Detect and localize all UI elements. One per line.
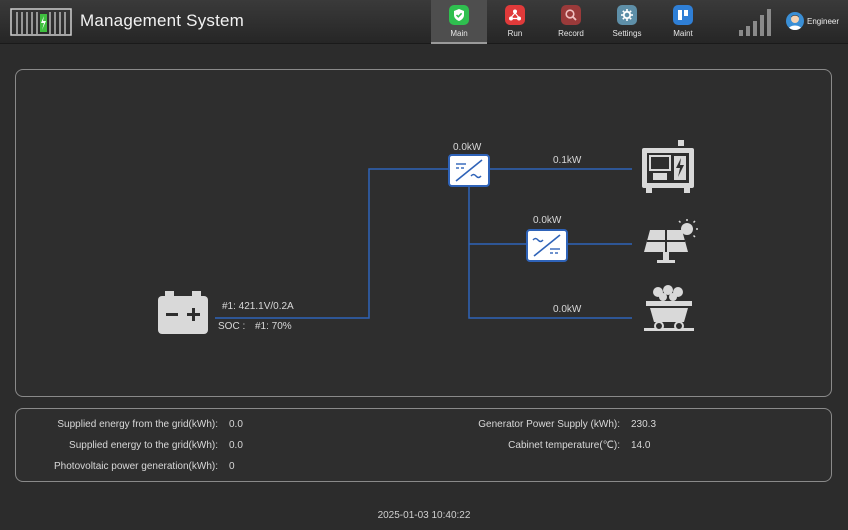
pv-generation-value: 0 (229, 461, 235, 472)
load-power-label: 0.0kW (553, 304, 582, 315)
generator-power-label: 0.1kW (553, 155, 582, 166)
run-icon (505, 5, 525, 25)
record-search-icon (561, 5, 581, 25)
nav-run[interactable]: Run (487, 0, 543, 44)
datetime-display: 2025-01-03 10:40:22 (377, 510, 471, 521)
user-menu[interactable]: Engineer (786, 12, 839, 30)
pv-generation-label: Photovoltaic power generation(kWh): (54, 461, 218, 472)
soc-label: SOC : (218, 321, 246, 332)
pv-inverter-icon[interactable] (526, 229, 568, 262)
grid-supplied-from-value: 0.0 (229, 419, 243, 430)
battery-reading: #1: 421.1V/0.2A (222, 301, 294, 312)
nav-main-label: Main (450, 29, 468, 38)
top-bar: Management System Main Run Record Settin… (0, 0, 848, 44)
gear-icon (617, 5, 637, 25)
avatar (786, 12, 804, 30)
maint-board-icon (673, 5, 693, 25)
generator-supply-value: 230.3 (631, 419, 657, 430)
cabinet-temp-label: Cabinet temperature(℃): (508, 440, 620, 451)
cabinet-temp-value: 14.0 (631, 440, 651, 451)
solar-panel-icon[interactable] (642, 218, 698, 264)
building-logo-icon (10, 8, 72, 36)
pv-inverter-power-label: 0.0kW (533, 215, 562, 226)
load-cart-icon[interactable] (644, 284, 694, 334)
grid-supplied-to-label: Supplied energy to the grid(kWh): (69, 440, 218, 451)
nav-maint[interactable]: Maint (655, 0, 711, 44)
nav-settings[interactable]: Settings (599, 0, 655, 44)
energy-flow-panel (15, 69, 832, 397)
signal-strength-icon (739, 9, 771, 36)
generator-icon[interactable] (640, 140, 696, 194)
grid-supplied-to-value: 0.0 (229, 440, 243, 451)
shield-icon (449, 5, 469, 25)
main-nav: Main Run Record Settings Maint (431, 0, 711, 44)
nav-main[interactable]: Main (431, 0, 487, 44)
generator-supply-label: Generator Power Supply (kWh): (478, 419, 620, 430)
inverter-power-label: 0.0kW (453, 142, 482, 153)
inverter-dc-ac-icon[interactable] (448, 154, 490, 187)
user-name: Engineer (807, 16, 840, 26)
app-title: Management System (80, 11, 245, 30)
nav-record-label: Record (558, 29, 584, 38)
nav-record[interactable]: Record (543, 0, 599, 44)
soc-value: #1: 70% (255, 321, 292, 332)
nav-settings-label: Settings (612, 29, 642, 38)
battery-icon[interactable] (158, 291, 208, 334)
nav-run-label: Run (507, 29, 523, 38)
grid-supplied-from-label: Supplied energy from the grid(kWh): (57, 419, 218, 430)
nav-maint-label: Maint (673, 29, 693, 38)
